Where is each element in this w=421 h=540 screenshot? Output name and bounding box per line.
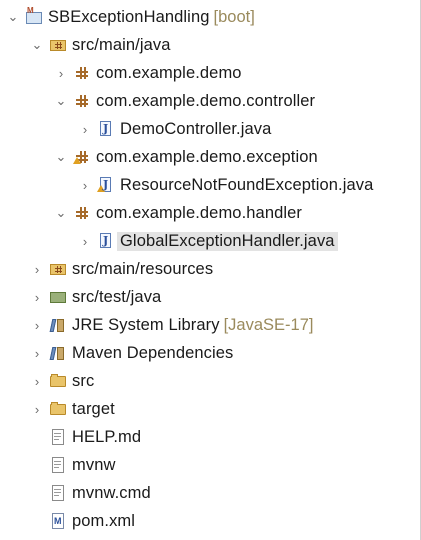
chevron-right-icon[interactable]: › <box>30 313 44 337</box>
tree-item-src-folder[interactable]: › src <box>30 369 94 393</box>
tree-item-label: com.example.demo.handler <box>96 203 303 222</box>
package-icon <box>74 65 90 81</box>
java-file-icon <box>98 233 114 249</box>
folder-icon <box>50 401 66 417</box>
tree-item-label: HELP.md <box>72 427 142 446</box>
chevron-down-icon[interactable]: ⌄ <box>54 89 68 113</box>
tree-item-label: SBExceptionHandling <box>48 7 210 26</box>
library-icon <box>50 345 66 361</box>
chevron-right-icon[interactable]: › <box>30 341 44 365</box>
tree-item-mvnw-cmd[interactable]: mvnw.cmd <box>30 481 151 505</box>
jre-version-decoration: [JavaSE-17] <box>223 315 314 334</box>
chevron-down-icon[interactable]: ⌄ <box>30 33 44 57</box>
java-file-warning-icon <box>97 177 114 193</box>
library-icon <box>50 317 66 333</box>
tree-item-package-demo[interactable]: › com.example.demo <box>54 61 242 85</box>
package-icon <box>74 205 90 221</box>
tree-item-target-folder[interactable]: › target <box>30 397 115 421</box>
chevron-down-icon[interactable]: ⌄ <box>54 201 68 225</box>
tree-item-label: mvnw <box>72 455 116 474</box>
package-warning-icon <box>73 149 90 165</box>
source-folder-icon <box>50 261 66 277</box>
chevron-right-icon[interactable]: › <box>78 173 92 197</box>
source-folder-icon <box>50 37 66 53</box>
chevron-right-icon[interactable]: › <box>30 369 44 393</box>
package-icon <box>74 93 90 109</box>
chevron-right-icon[interactable]: › <box>78 117 92 141</box>
chevron-right-icon[interactable]: › <box>54 61 68 85</box>
tree-item-label: com.example.demo.controller <box>96 91 316 110</box>
tree-item-package-handler[interactable]: ⌄ com.example.demo.handler <box>54 201 302 225</box>
tree-item-label: src/main/java <box>72 35 171 54</box>
tree-item-package-exception[interactable]: ⌄ com.example.demo.exception <box>54 145 318 169</box>
maven-pom-icon <box>50 513 66 529</box>
tree-item-label: pom.xml <box>72 511 136 530</box>
chevron-right-icon[interactable]: › <box>30 397 44 421</box>
tree-item-label: mvnw.cmd <box>72 483 151 502</box>
text-file-icon <box>50 485 66 501</box>
tree-item-resource-not-found[interactable]: › ResourceNotFoundException.java <box>78 173 373 197</box>
markdown-file-icon <box>50 429 66 445</box>
warning-icon <box>97 185 105 192</box>
tree-item-maven-dependencies[interactable]: › Maven Dependencies <box>30 341 233 365</box>
chevron-down-icon[interactable]: ⌄ <box>6 5 20 29</box>
tree-item-label: target <box>72 399 115 418</box>
tree-item-label: com.example.demo <box>96 63 242 82</box>
tree-item-label: src <box>72 371 95 390</box>
tree-item-src-main-java[interactable]: ⌄ src/main/java <box>30 33 171 57</box>
tree-item-help-md[interactable]: HELP.md <box>30 425 141 449</box>
tree-item-project[interactable]: ⌄ SBExceptionHandling [boot] <box>6 5 255 29</box>
tree-item-package-controller[interactable]: ⌄ com.example.demo.controller <box>54 89 315 113</box>
chevron-down-icon[interactable]: ⌄ <box>54 145 68 169</box>
tree-item-label: Maven Dependencies <box>72 343 234 362</box>
tree-item-label: src/main/resources <box>72 259 214 278</box>
package-explorer-tree: ⌄ SBExceptionHandling [boot] ⌄ src/main/… <box>0 0 421 540</box>
tree-item-label: ResourceNotFoundException.java <box>120 175 374 194</box>
tree-item-label: JRE System Library <box>72 315 220 334</box>
chevron-right-icon[interactable]: › <box>30 285 44 309</box>
tree-item-pom-xml[interactable]: pom.xml <box>30 509 135 533</box>
chevron-right-icon[interactable]: › <box>30 257 44 281</box>
boot-decoration: [boot] <box>213 7 255 26</box>
maven-project-icon <box>26 6 42 25</box>
tree-item-global-exception-handler[interactable]: › GlobalExceptionHandler.java <box>78 229 338 253</box>
tree-item-jre-library[interactable]: › JRE System Library [JavaSE-17] <box>30 313 314 337</box>
tree-item-label: DemoController.java <box>120 119 272 138</box>
tree-item-mvnw[interactable]: mvnw <box>30 453 116 477</box>
text-file-icon <box>50 457 66 473</box>
test-folder-icon <box>50 289 66 305</box>
tree-item-label-selected: GlobalExceptionHandler.java <box>117 231 338 251</box>
tree-item-label: com.example.demo.exception <box>96 147 318 166</box>
tree-item-src-test-java[interactable]: › src/test/java <box>30 285 161 309</box>
tree-item-label: src/test/java <box>72 287 162 306</box>
folder-icon <box>50 373 66 389</box>
tree-item-demo-controller[interactable]: › DemoController.java <box>78 117 271 141</box>
tree-item-src-main-resources[interactable]: › src/main/resources <box>30 257 213 281</box>
java-file-icon <box>98 121 114 137</box>
warning-icon <box>73 157 81 164</box>
chevron-right-icon[interactable]: › <box>78 229 92 253</box>
